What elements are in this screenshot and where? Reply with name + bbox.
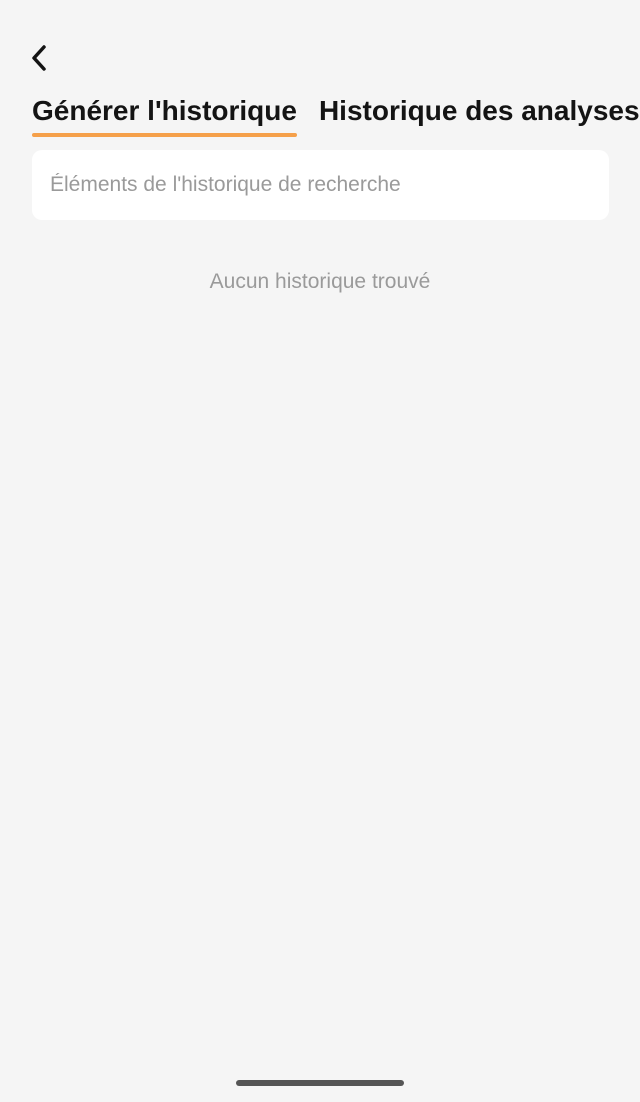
tab-bar: Générer l'historique Historique des anal… bbox=[32, 92, 640, 137]
tab-generate-history[interactable]: Générer l'historique bbox=[32, 92, 297, 137]
back-button[interactable] bbox=[22, 40, 56, 80]
chevron-left-icon bbox=[29, 44, 49, 77]
home-indicator[interactable] bbox=[236, 1080, 404, 1086]
tab-analysis-history[interactable]: Historique des analyses bbox=[319, 92, 640, 137]
search-field bbox=[32, 150, 609, 220]
empty-state-message: Aucun historique trouvé bbox=[209, 270, 431, 293]
search-input[interactable] bbox=[32, 150, 609, 220]
